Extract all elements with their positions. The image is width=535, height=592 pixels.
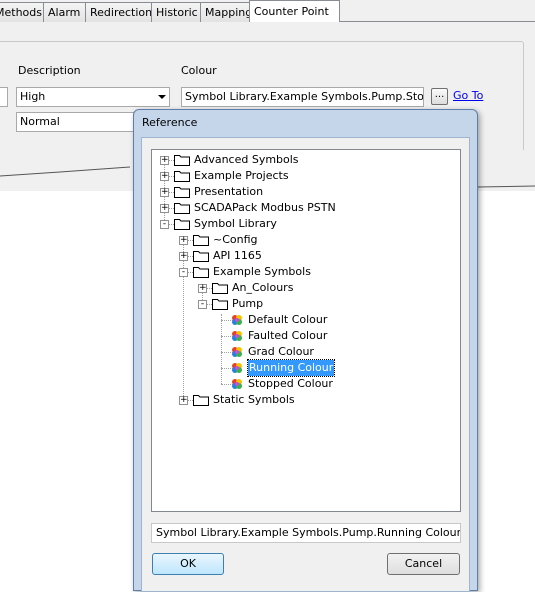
folder-icon <box>193 394 209 406</box>
description-label: Description <box>18 64 81 77</box>
tree-item-label: Grad Colour <box>248 345 314 358</box>
tree-item-label: Symbol Library <box>194 217 277 230</box>
tree-item-label: API 1165 <box>213 249 262 262</box>
folder-icon <box>193 266 209 278</box>
folder-icon <box>193 234 209 246</box>
tree-item[interactable]: Running Colour <box>152 359 452 377</box>
folder-icon <box>174 170 190 182</box>
tree-item[interactable]: + Example Projects <box>152 168 452 184</box>
description-combo-high[interactable]: High <box>16 87 170 107</box>
expand-icon[interactable]: + <box>179 252 188 261</box>
expand-icon[interactable]: + <box>198 284 207 293</box>
tree-item-label: An_Colours <box>232 281 294 294</box>
collapse-icon[interactable]: - <box>179 268 188 277</box>
dialog-title: Reference <box>142 116 198 129</box>
tree-item-label: Stopped Colour <box>248 377 333 390</box>
collapse-icon[interactable]: - <box>198 300 207 309</box>
colour-icon <box>231 314 243 326</box>
tree-item-label: Pump <box>232 297 264 310</box>
expand-icon[interactable]: + <box>160 156 169 165</box>
browse-button[interactable]: ... <box>431 88 448 105</box>
tree-item[interactable]: - Symbol Library <box>152 216 452 232</box>
folder-icon <box>212 298 228 310</box>
tree-item[interactable]: + Presentation <box>152 184 452 200</box>
tree-item[interactable]: + ~Config <box>152 232 452 248</box>
row-selector[interactable] <box>0 87 8 107</box>
tree-item-label: Static Symbols <box>213 393 295 406</box>
cancel-button[interactable]: Cancel <box>387 553 460 575</box>
tree-item[interactable]: Faulted Colour <box>152 328 452 344</box>
colour-field[interactable]: Symbol Library.Example Symbols.Pump.Stop… <box>181 87 424 107</box>
folder-icon <box>174 154 190 166</box>
colour-icon <box>231 378 243 390</box>
ok-button[interactable]: OK <box>152 553 224 575</box>
reference-path-field[interactable]: Symbol Library.Example Symbols.Pump.Runn… <box>151 523 461 543</box>
reference-tree[interactable]: + Advanced Symbols + Example Projects + Prese… <box>151 149 461 512</box>
tree-item-label: Example Symbols <box>213 265 311 278</box>
tree-item-label: Faulted Colour <box>248 329 328 342</box>
goto-link[interactable]: Go To <box>453 89 483 102</box>
expand-icon[interactable]: + <box>160 188 169 197</box>
colour-label: Colour <box>181 64 217 77</box>
tree-item-label: Default Colour <box>248 313 328 326</box>
reference-dialog: Reference + Advanced Symbols + Example Proj… <box>133 109 478 592</box>
colour-icon <box>231 362 243 374</box>
tree-item[interactable]: Default Colour <box>152 312 452 328</box>
tree-item-label: Running Colour <box>246 359 336 377</box>
expand-icon[interactable]: + <box>179 396 188 405</box>
collapse-icon[interactable]: - <box>160 220 169 229</box>
tree-item-label: Advanced Symbols <box>194 153 299 166</box>
tree-item[interactable]: Grad Colour <box>152 344 452 360</box>
expand-icon[interactable]: + <box>179 236 188 245</box>
tree-item[interactable]: + An_Colours <box>152 280 452 296</box>
tree-item[interactable]: + Static Symbols <box>152 392 452 408</box>
folder-icon <box>193 250 209 262</box>
tree-item[interactable]: - Pump <box>152 296 452 312</box>
expand-icon[interactable]: + <box>160 172 169 181</box>
tree-item[interactable]: - Example Symbols <box>152 264 452 280</box>
tree-item-label: Example Projects <box>194 169 289 182</box>
folder-icon <box>174 186 190 198</box>
tree-item[interactable]: + API 1165 <box>152 248 452 264</box>
tree-item[interactable]: Stopped Colour <box>152 376 452 392</box>
folder-icon <box>174 218 190 230</box>
tree-item-label: SCADAPack Modbus PSTN <box>194 201 336 214</box>
tree-item[interactable]: + Advanced Symbols <box>152 152 452 168</box>
folder-icon <box>212 282 228 294</box>
tree-item-label: ~Config <box>213 233 258 246</box>
colour-icon <box>231 346 243 358</box>
colour-icon <box>231 330 243 342</box>
expand-icon[interactable]: + <box>160 204 169 213</box>
tree-item[interactable]: + SCADAPack Modbus PSTN <box>152 200 452 216</box>
tree-item-label: Presentation <box>194 185 264 198</box>
tab-strip: Methods Alarm Redirection Historic Mappi… <box>0 0 535 24</box>
folder-icon <box>174 202 190 214</box>
tab-redirection[interactable]: Redirection <box>85 2 159 23</box>
tab-counter-point[interactable]: Counter Point <box>249 0 340 24</box>
chevron-down-icon <box>158 95 166 99</box>
